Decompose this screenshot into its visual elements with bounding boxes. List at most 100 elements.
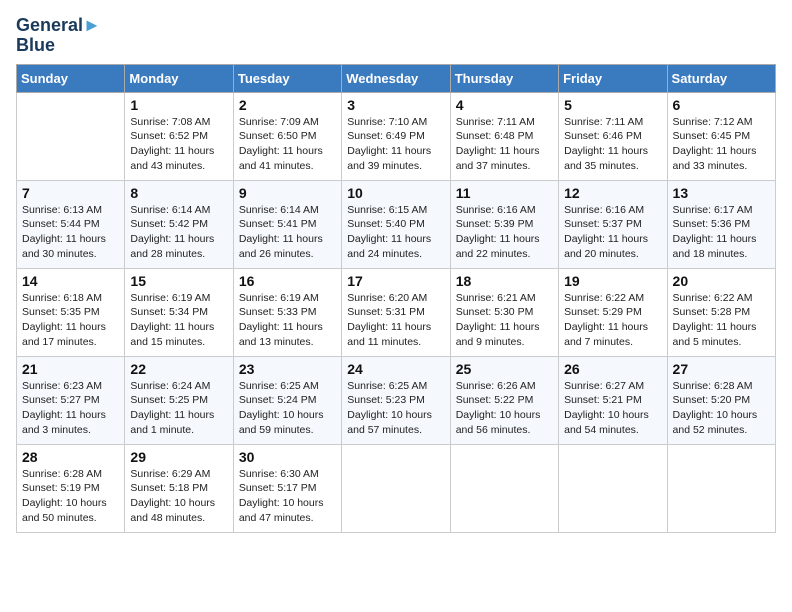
calendar-cell: 5 Sunrise: 7:11 AMSunset: 6:46 PMDaylight… xyxy=(559,92,667,180)
day-info: Sunrise: 7:10 AMSunset: 6:49 PMDaylight:… xyxy=(347,115,444,174)
calendar-cell: 29 Sunrise: 6:29 AMSunset: 5:18 PMDayligh… xyxy=(125,444,233,532)
calendar-cell: 7 Sunrise: 6:13 AMSunset: 5:44 PMDaylight… xyxy=(17,180,125,268)
calendar-cell: 9 Sunrise: 6:14 AMSunset: 5:41 PMDaylight… xyxy=(233,180,341,268)
weekday-header-friday: Friday xyxy=(559,64,667,92)
calendar-cell: 22Sunrise: 6:24 AMSunset: 5:25 PMDayligh… xyxy=(125,356,233,444)
day-info: Sunrise: 6:25 AMSunset: 5:24 PMDaylight:… xyxy=(239,379,336,438)
calendar-cell xyxy=(342,444,450,532)
day-number: 9 xyxy=(239,185,336,201)
day-number: 1 xyxy=(130,97,227,113)
week-row-3: 14 Sunrise: 6:18 AMSunset: 5:35 PMDayligh… xyxy=(17,268,776,356)
logo-text: General►Blue xyxy=(16,16,101,56)
day-info: Sunrise: 6:18 AMSunset: 5:35 PMDaylight:… xyxy=(22,291,119,350)
week-row-2: 7 Sunrise: 6:13 AMSunset: 5:44 PMDaylight… xyxy=(17,180,776,268)
calendar-cell: 2Sunrise: 7:09 AMSunset: 6:50 PMDaylight… xyxy=(233,92,341,180)
day-info: Sunrise: 6:29 AMSunset: 5:18 PMDaylight:… xyxy=(130,467,227,526)
day-number: 11 xyxy=(456,185,553,201)
calendar-cell xyxy=(17,92,125,180)
day-number: 15 xyxy=(130,273,227,289)
calendar-cell xyxy=(667,444,775,532)
day-number: 18 xyxy=(456,273,553,289)
day-info: Sunrise: 6:19 AMSunset: 5:34 PMDaylight:… xyxy=(130,291,227,350)
calendar-cell: 28 Sunrise: 6:28 AMSunset: 5:19 PMDayligh… xyxy=(17,444,125,532)
calendar-cell: 16 Sunrise: 6:19 AMSunset: 5:33 PMDayligh… xyxy=(233,268,341,356)
day-info: Sunrise: 6:19 AMSunset: 5:33 PMDaylight:… xyxy=(239,291,336,350)
calendar-cell: 24Sunrise: 6:25 AMSunset: 5:23 PMDayligh… xyxy=(342,356,450,444)
day-number: 20 xyxy=(673,273,770,289)
weekday-header-tuesday: Tuesday xyxy=(233,64,341,92)
calendar-cell xyxy=(559,444,667,532)
day-info: Sunrise: 6:17 AMSunset: 5:36 PMDaylight:… xyxy=(673,203,770,262)
day-number: 10 xyxy=(347,185,444,201)
day-number: 28 xyxy=(22,449,119,465)
calendar-cell: 20 Sunrise: 6:22 AMSunset: 5:28 PMDayligh… xyxy=(667,268,775,356)
day-info: Sunrise: 7:08 AMSunset: 6:52 PMDaylight:… xyxy=(130,115,227,174)
calendar-cell: 6Sunrise: 7:12 AMSunset: 6:45 PMDaylight… xyxy=(667,92,775,180)
calendar-cell: 8Sunrise: 6:14 AMSunset: 5:42 PMDaylight… xyxy=(125,180,233,268)
day-info: Sunrise: 6:21 AMSunset: 5:30 PMDaylight:… xyxy=(456,291,553,350)
day-info: Sunrise: 6:26 AMSunset: 5:22 PMDaylight:… xyxy=(456,379,553,438)
day-number: 23 xyxy=(239,361,336,377)
calendar-cell: 11 Sunrise: 6:16 AMSunset: 5:39 PMDayligh… xyxy=(450,180,558,268)
calendar-cell: 26 Sunrise: 6:27 AMSunset: 5:21 PMDayligh… xyxy=(559,356,667,444)
calendar-cell: 1 Sunrise: 7:08 AMSunset: 6:52 PMDaylight… xyxy=(125,92,233,180)
calendar-cell: 14 Sunrise: 6:18 AMSunset: 5:35 PMDayligh… xyxy=(17,268,125,356)
calendar-cell: 12Sunrise: 6:16 AMSunset: 5:37 PMDayligh… xyxy=(559,180,667,268)
calendar-cell: 3 Sunrise: 7:10 AMSunset: 6:49 PMDaylight… xyxy=(342,92,450,180)
day-info: Sunrise: 7:11 AMSunset: 6:46 PMDaylight:… xyxy=(564,115,661,174)
page-header: General►Blue xyxy=(16,16,776,56)
weekday-header-wednesday: Wednesday xyxy=(342,64,450,92)
day-number: 26 xyxy=(564,361,661,377)
day-number: 22 xyxy=(130,361,227,377)
day-info: Sunrise: 6:27 AMSunset: 5:21 PMDaylight:… xyxy=(564,379,661,438)
day-number: 4 xyxy=(456,97,553,113)
day-info: Sunrise: 6:14 AMSunset: 5:41 PMDaylight:… xyxy=(239,203,336,262)
day-number: 12 xyxy=(564,185,661,201)
calendar-cell xyxy=(450,444,558,532)
calendar-cell: 17 Sunrise: 6:20 AMSunset: 5:31 PMDayligh… xyxy=(342,268,450,356)
day-info: Sunrise: 7:11 AMSunset: 6:48 PMDaylight:… xyxy=(456,115,553,174)
day-info: Sunrise: 6:22 AMSunset: 5:29 PMDaylight:… xyxy=(564,291,661,350)
day-number: 7 xyxy=(22,185,119,201)
day-number: 14 xyxy=(22,273,119,289)
day-info: Sunrise: 6:28 AMSunset: 5:20 PMDaylight:… xyxy=(673,379,770,438)
day-number: 19 xyxy=(564,273,661,289)
week-row-5: 28 Sunrise: 6:28 AMSunset: 5:19 PMDayligh… xyxy=(17,444,776,532)
weekday-header-saturday: Saturday xyxy=(667,64,775,92)
day-number: 30 xyxy=(239,449,336,465)
day-number: 29 xyxy=(130,449,227,465)
day-number: 2 xyxy=(239,97,336,113)
day-info: Sunrise: 6:20 AMSunset: 5:31 PMDaylight:… xyxy=(347,291,444,350)
day-number: 16 xyxy=(239,273,336,289)
day-number: 8 xyxy=(130,185,227,201)
day-number: 5 xyxy=(564,97,661,113)
weekday-header-sunday: Sunday xyxy=(17,64,125,92)
calendar-cell: 27 Sunrise: 6:28 AMSunset: 5:20 PMDayligh… xyxy=(667,356,775,444)
day-number: 25 xyxy=(456,361,553,377)
calendar-cell: 25 Sunrise: 6:26 AMSunset: 5:22 PMDayligh… xyxy=(450,356,558,444)
day-info: Sunrise: 6:28 AMSunset: 5:19 PMDaylight:… xyxy=(22,467,119,526)
day-info: Sunrise: 6:22 AMSunset: 5:28 PMDaylight:… xyxy=(673,291,770,350)
logo: General►Blue xyxy=(16,16,101,56)
day-number: 3 xyxy=(347,97,444,113)
day-number: 13 xyxy=(673,185,770,201)
weekday-header-row: SundayMondayTuesdayWednesdayThursdayFrid… xyxy=(17,64,776,92)
weekday-header-thursday: Thursday xyxy=(450,64,558,92)
day-info: Sunrise: 7:12 AMSunset: 6:45 PMDaylight:… xyxy=(673,115,770,174)
day-number: 27 xyxy=(673,361,770,377)
calendar-cell: 19 Sunrise: 6:22 AMSunset: 5:29 PMDayligh… xyxy=(559,268,667,356)
calendar-cell: 10 Sunrise: 6:15 AMSunset: 5:40 PMDayligh… xyxy=(342,180,450,268)
day-info: Sunrise: 6:13 AMSunset: 5:44 PMDaylight:… xyxy=(22,203,119,262)
day-number: 17 xyxy=(347,273,444,289)
day-info: Sunrise: 6:23 AMSunset: 5:27 PMDaylight:… xyxy=(22,379,119,438)
calendar-cell: 30 Sunrise: 6:30 AMSunset: 5:17 PMDayligh… xyxy=(233,444,341,532)
calendar-table: SundayMondayTuesdayWednesdayThursdayFrid… xyxy=(16,64,776,533)
week-row-1: 1 Sunrise: 7:08 AMSunset: 6:52 PMDaylight… xyxy=(17,92,776,180)
day-info: Sunrise: 6:15 AMSunset: 5:40 PMDaylight:… xyxy=(347,203,444,262)
calendar-cell: 18 Sunrise: 6:21 AMSunset: 5:30 PMDayligh… xyxy=(450,268,558,356)
weekday-header-monday: Monday xyxy=(125,64,233,92)
calendar-cell: 21Sunrise: 6:23 AMSunset: 5:27 PMDayligh… xyxy=(17,356,125,444)
day-info: Sunrise: 6:30 AMSunset: 5:17 PMDaylight:… xyxy=(239,467,336,526)
day-info: Sunrise: 6:16 AMSunset: 5:39 PMDaylight:… xyxy=(456,203,553,262)
day-info: Sunrise: 6:25 AMSunset: 5:23 PMDaylight:… xyxy=(347,379,444,438)
